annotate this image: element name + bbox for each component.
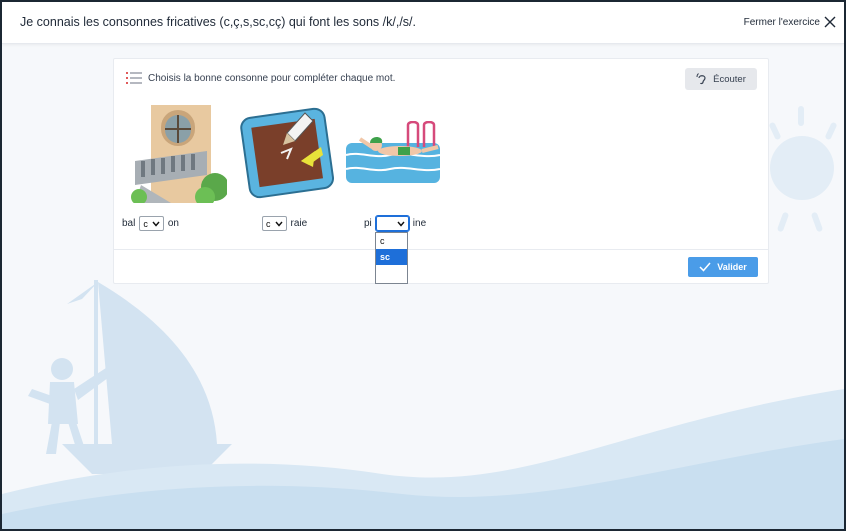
select-value: c bbox=[143, 218, 148, 229]
close-icon bbox=[824, 16, 836, 28]
word-balcon: bal c on bbox=[122, 216, 179, 231]
consonant-select-open[interactable] bbox=[374, 215, 410, 232]
instruction-text: Choisis la bonne consonne pour compléter… bbox=[148, 72, 396, 84]
list-icon bbox=[126, 72, 142, 84]
validate-button[interactable]: Valider bbox=[688, 257, 758, 277]
swimming-pool-image bbox=[344, 121, 442, 187]
card-divider bbox=[114, 249, 768, 250]
sailboat-illustration bbox=[28, 280, 232, 474]
exercise-title: Je connais les consonnes fricatives (c,ç… bbox=[20, 15, 416, 29]
consonant-dropdown-list: c sc bbox=[375, 232, 408, 284]
dropdown-option[interactable]: c bbox=[376, 233, 407, 249]
word-suffix: ine bbox=[412, 218, 427, 229]
select-value: c bbox=[266, 218, 271, 229]
validate-label: Valider bbox=[717, 262, 747, 272]
balcony-image bbox=[131, 105, 227, 203]
close-exercise-button[interactable]: Fermer l'exercice bbox=[744, 16, 836, 28]
word-prefix: pi bbox=[364, 218, 372, 229]
chevron-down-icon bbox=[274, 221, 283, 227]
sun-icon bbox=[769, 106, 837, 232]
ear-icon bbox=[696, 73, 706, 85]
app-frame: Je connais les consonnes fricatives (c,ç… bbox=[0, 0, 846, 531]
close-exercise-label: Fermer l'exercice bbox=[743, 16, 820, 28]
word-craie: c raie bbox=[262, 216, 307, 231]
word-suffix: on bbox=[167, 218, 179, 229]
slate-image bbox=[239, 103, 335, 201]
header-bar: Je connais les consonnes fricatives (c,ç… bbox=[2, 2, 844, 44]
word-suffix: raie bbox=[290, 218, 308, 229]
chevron-down-icon bbox=[152, 221, 160, 227]
dropdown-option[interactable] bbox=[376, 265, 407, 281]
listen-button[interactable]: Écouter bbox=[685, 68, 757, 90]
exercise-card: Choisis la bonne consonne pour compléter… bbox=[113, 58, 769, 284]
dropdown-option-highlighted[interactable]: sc bbox=[376, 249, 407, 265]
chevron-down-icon bbox=[397, 221, 405, 227]
consonant-select[interactable]: c bbox=[262, 216, 287, 231]
consonant-select[interactable]: c bbox=[139, 216, 164, 231]
checkmark-icon bbox=[699, 262, 711, 272]
word-prefix: bal bbox=[122, 218, 136, 229]
instruction: Choisis la bonne consonne pour compléter… bbox=[126, 71, 395, 85]
listen-label: Écouter bbox=[713, 73, 746, 85]
word-piscine: pi ine bbox=[364, 215, 427, 232]
